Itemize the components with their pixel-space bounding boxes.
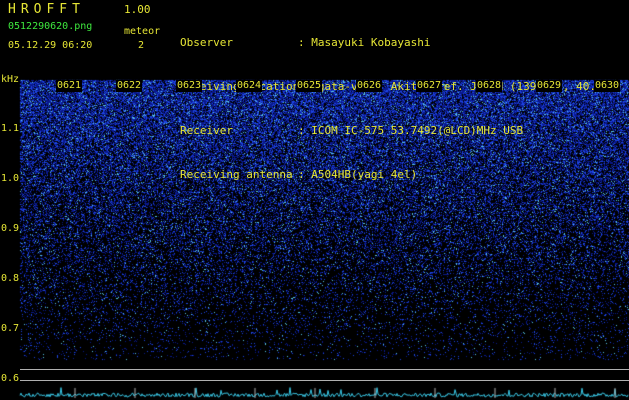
freq-tick-label: 0.7 bbox=[1, 323, 20, 334]
receiver-label: Receiver bbox=[180, 124, 233, 137]
station-info-labels: Observer Receiving Location Receiver Rec… bbox=[180, 5, 299, 213]
time-axis: 0621 0622 0623 0624 0625 0626 0627 0628 … bbox=[0, 80, 629, 92]
time-tick-label: 0623 bbox=[176, 80, 203, 92]
meteor-label: meteor bbox=[124, 26, 161, 37]
time-tick-label: 0621 bbox=[56, 80, 83, 92]
file-name: 0512290620.png bbox=[8, 21, 93, 32]
level-guide-line bbox=[20, 369, 629, 370]
observer-label: Observer bbox=[180, 36, 233, 49]
antenna-label: Receiving antenna bbox=[180, 168, 293, 181]
freq-tick-label: 0.8 bbox=[1, 273, 20, 284]
time-tick-label: 0630 bbox=[594, 80, 621, 92]
time-tick-label: 0622 bbox=[116, 80, 143, 92]
freq-tick-label: 1.1 bbox=[1, 123, 20, 134]
time-tick-label: 0624 bbox=[236, 80, 263, 92]
antenna-value: : A504HB(yagi 4el) bbox=[298, 168, 418, 181]
time-tick-label: 0626 bbox=[356, 80, 383, 92]
time-tick-label: 0629 bbox=[536, 80, 563, 92]
capture-datetime: 05.12.29 06:20 bbox=[8, 40, 93, 51]
level-guide-line bbox=[20, 380, 629, 381]
time-tick-label: 0625 bbox=[296, 80, 323, 92]
hrofft-window: HROFFT 1.00 0512290620.png 05.12.29 06:2… bbox=[0, 0, 629, 400]
app-version: 1.00 bbox=[124, 3, 151, 16]
freq-tick-label: 1.0 bbox=[1, 173, 20, 184]
meteor-count: 2 bbox=[138, 40, 145, 51]
time-tick-label: 0627 bbox=[416, 80, 443, 92]
time-tick-label: 0628 bbox=[476, 80, 503, 92]
observer-value: : Masayuki Kobayashi bbox=[298, 36, 431, 49]
freq-tick-label: 0.9 bbox=[1, 223, 20, 234]
freq-tick-label: 0.6 bbox=[1, 373, 20, 384]
station-info-values: : Masayuki Kobayashi : Ogata-vill. Akita… bbox=[298, 5, 623, 213]
frequency-axis: 1.1 1.0 0.9 0.8 0.7 0.6 bbox=[0, 0, 20, 400]
receiver-value: : ICOM IC-575 53.7492(@LCD)MHz USB bbox=[298, 124, 524, 137]
